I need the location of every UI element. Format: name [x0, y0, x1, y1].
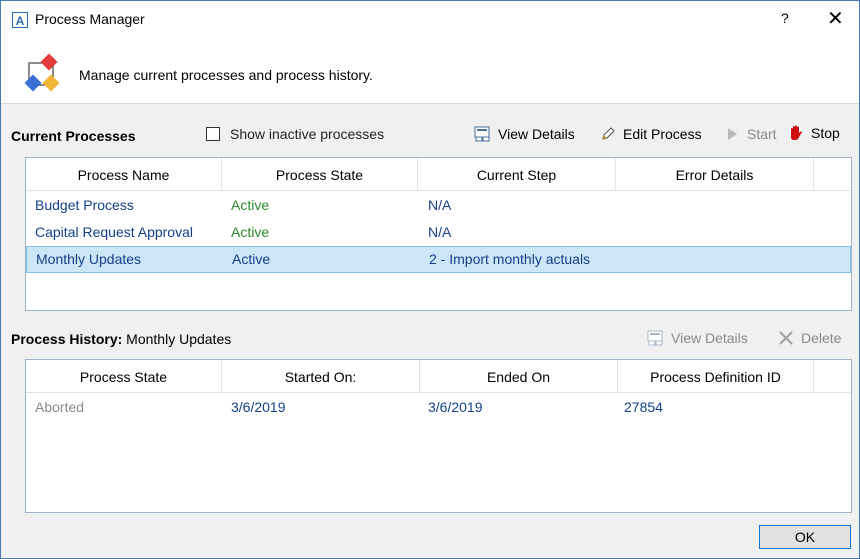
- checkbox-box[interactable]: [206, 127, 220, 141]
- table-row-selected[interactable]: Monthly Updates Active 2 - Import monthl…: [26, 246, 851, 273]
- column-header-current-step[interactable]: Current Step: [418, 158, 616, 190]
- title-bar: A Process Manager ? ✕: [1, 1, 859, 37]
- view-details-button[interactable]: View Details: [474, 126, 575, 142]
- current-processes-label: Current Processes: [11, 128, 136, 144]
- dialog-header: Manage current processes and process his…: [1, 37, 859, 104]
- cell-process-state: Active: [232, 251, 271, 267]
- table-row[interactable]: Aborted 3/6/2019 3/6/2019 27854: [26, 394, 851, 421]
- cell-error-details: [625, 246, 811, 273]
- stop-button[interactable]: Stop: [787, 125, 840, 141]
- cell-started-on: 3/6/2019: [231, 399, 286, 415]
- cell-process-name: Capital Request Approval: [35, 224, 193, 240]
- cell-process-state: Active: [231, 224, 270, 240]
- column-header-error-details[interactable]: Error Details: [616, 158, 814, 190]
- process-flow-icon: [24, 53, 60, 92]
- ok-button[interactable]: OK: [759, 525, 851, 549]
- pencil-icon: [599, 126, 617, 142]
- current-processes-grid[interactable]: Process Name Process State Current Step …: [25, 157, 852, 311]
- column-header-process-state[interactable]: Process State: [222, 158, 418, 190]
- play-icon: [723, 126, 741, 142]
- history-view-details-button[interactable]: View Details: [647, 330, 748, 346]
- cell-process-name: Budget Process: [35, 197, 134, 213]
- table-row[interactable]: Capital Request Approval Active N/A: [26, 219, 851, 246]
- delete-button[interactable]: Delete: [777, 330, 841, 346]
- column-header-process-state[interactable]: Process State: [26, 360, 222, 392]
- window-title: Process Manager: [35, 11, 145, 27]
- process-history-label: Process History: Monthly Updates: [11, 331, 232, 347]
- app-logo-icon: A: [12, 12, 28, 28]
- cell-process-state: Active: [231, 197, 270, 213]
- column-header-started-on[interactable]: Started On:: [222, 360, 420, 392]
- column-header-process-definition-id[interactable]: Process Definition ID: [618, 360, 814, 392]
- cell-ended-on: 3/6/2019: [428, 399, 483, 415]
- cell-current-step: N/A: [428, 197, 452, 213]
- delete-x-icon: [777, 330, 795, 346]
- cell-error-details: [624, 219, 810, 246]
- start-button[interactable]: Start: [723, 126, 777, 142]
- help-button[interactable]: ?: [781, 10, 789, 26]
- current-processes-header: Process Name Process State Current Step …: [26, 158, 851, 191]
- table-row[interactable]: Budget Process Active N/A: [26, 192, 851, 219]
- show-inactive-label: Show inactive processes: [230, 126, 385, 142]
- show-inactive-checkbox[interactable]: Show inactive processes: [206, 126, 384, 142]
- close-button[interactable]: ✕: [827, 6, 844, 31]
- cell-error-details: [624, 192, 810, 219]
- stop-hand-icon: [787, 125, 805, 141]
- process-history-grid[interactable]: Process State Started On: Ended On Proce…: [25, 359, 852, 513]
- cell-current-step: N/A: [428, 224, 452, 240]
- cell-process-state: Aborted: [35, 399, 85, 415]
- cell-process-definition-id: 27854: [624, 399, 663, 415]
- process-history-header: Process State Started On: Ended On Proce…: [26, 360, 851, 393]
- cell-current-step: 2 - Import monthly actuals: [429, 251, 591, 267]
- dialog-description: Manage current processes and process his…: [79, 67, 373, 83]
- column-header-process-name[interactable]: Process Name: [26, 158, 222, 190]
- edit-process-button[interactable]: Edit Process: [599, 126, 702, 142]
- process-manager-dialog: A Process Manager ? ✕ Manage current pro…: [0, 0, 860, 559]
- column-header-ended-on[interactable]: Ended On: [420, 360, 618, 392]
- view-details-icon: [647, 330, 665, 346]
- view-details-icon: [474, 126, 492, 142]
- cell-process-name: Monthly Updates: [36, 251, 142, 267]
